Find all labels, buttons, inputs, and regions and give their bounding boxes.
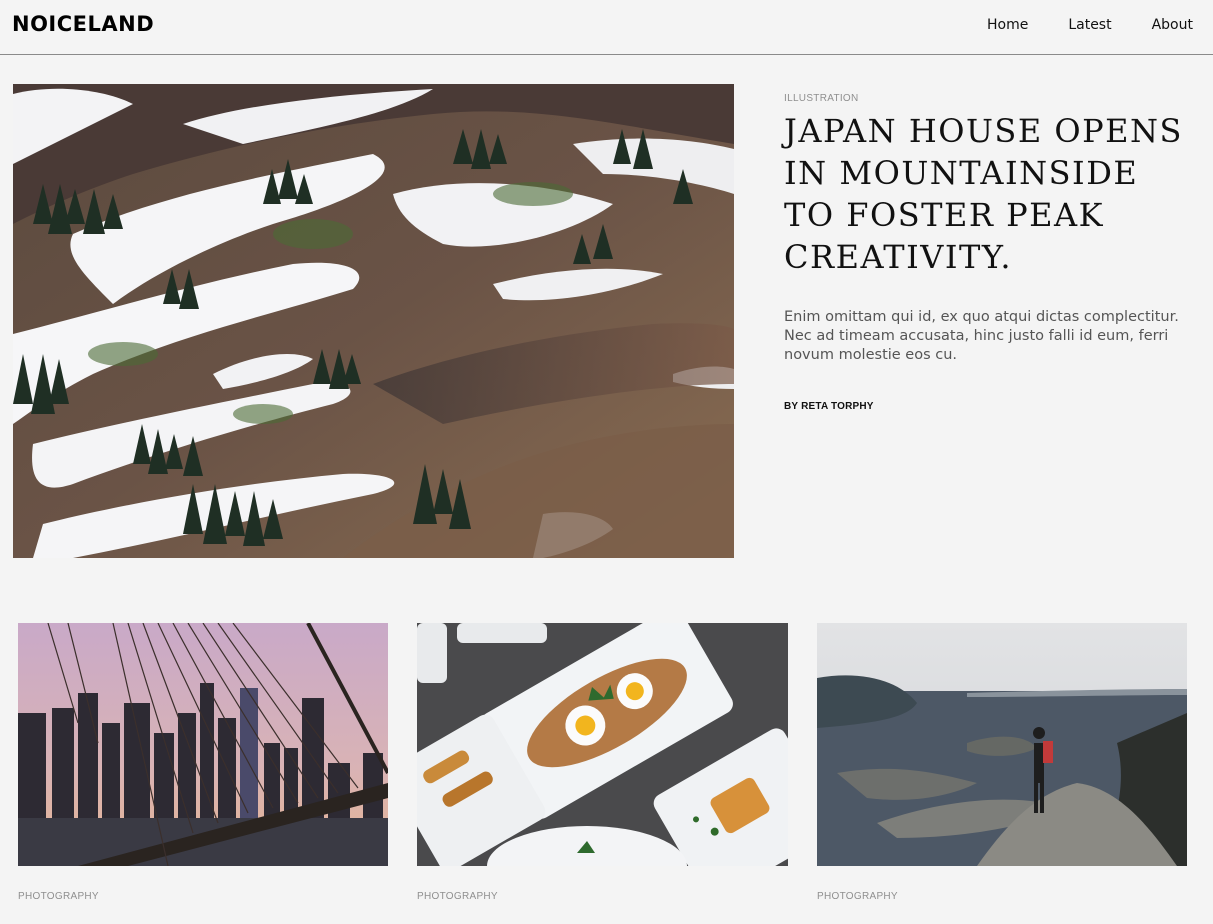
- nav-about[interactable]: About: [1152, 17, 1193, 33]
- hero-category[interactable]: ILLUSTRATION: [784, 93, 1199, 104]
- card-category-1[interactable]: PHOTOGRAPHY: [18, 891, 99, 902]
- card-image-food[interactable]: [417, 623, 788, 866]
- hero-text: ILLUSTRATION JAPAN HOUSE OPENS IN MOUNTA…: [784, 93, 1199, 412]
- nav-home[interactable]: Home: [987, 17, 1028, 33]
- card-image-hiker[interactable]: [817, 623, 1187, 866]
- hero-title[interactable]: JAPAN HOUSE OPENS IN MOUNTAINSIDE TO FOS…: [784, 110, 1199, 278]
- nav-latest[interactable]: Latest: [1068, 17, 1111, 33]
- card-category-2[interactable]: PHOTOGRAPHY: [417, 891, 498, 902]
- hero-excerpt: Enim omittam qui id, ex quo atqui dictas…: [784, 309, 1179, 363]
- card-image-bridge[interactable]: [18, 623, 388, 866]
- card-category-3[interactable]: PHOTOGRAPHY: [817, 891, 898, 902]
- hero-image[interactable]: [13, 84, 734, 558]
- main-nav: Home Latest About: [987, 17, 1193, 33]
- site-logo[interactable]: NOICELAND: [12, 12, 154, 36]
- site-header: NOICELAND Home Latest About: [0, 0, 1213, 55]
- hero-byline[interactable]: BY RETA TORPHY: [784, 401, 1199, 412]
